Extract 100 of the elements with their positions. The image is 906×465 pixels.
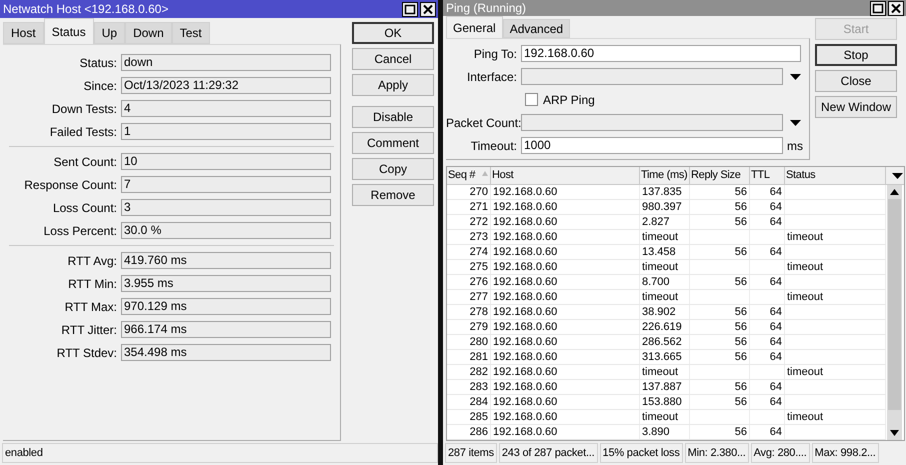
table-cell: 277 (447, 290, 491, 304)
dropdown-arrow-icon[interactable] (790, 120, 801, 126)
readonly-field: down (121, 54, 331, 71)
readonly-field: 3.955 ms (121, 275, 331, 292)
readonly-field: 354.498 ms (121, 344, 331, 361)
table-cell: 56 (690, 320, 750, 334)
table-cell: 283 (447, 380, 491, 394)
tab[interactable]: Test (172, 22, 210, 44)
table-cell: 281 (447, 350, 491, 364)
table-cell: 137.887 (640, 380, 690, 394)
status-bar-cell: 287 items (445, 443, 497, 463)
input-field[interactable]: 1000 (521, 137, 783, 154)
tab[interactable]: Up (94, 22, 126, 44)
table-cell: 192.168.0.60 (491, 380, 640, 394)
column-header[interactable]: Status (785, 167, 886, 184)
table-cell: 192.168.0.60 (491, 410, 640, 424)
tab[interactable]: Advanced (502, 19, 570, 38)
table-cell: 56 (690, 335, 750, 349)
table-cell: 38.902 (640, 305, 690, 319)
tab[interactable]: Status (44, 18, 94, 44)
table-cell: 8.700 (640, 275, 690, 289)
table-cell: 56 (690, 215, 750, 229)
dialog-button[interactable]: Disable (352, 106, 434, 128)
maximize-icon[interactable] (402, 2, 418, 16)
dialog-button[interactable]: Apply (352, 74, 434, 96)
table-cell: 64 (750, 200, 785, 214)
scrollbar[interactable] (887, 185, 902, 440)
table-cell: 286 (447, 425, 491, 439)
column-header[interactable]: Reply Size (690, 167, 750, 184)
status-bar-cell: 243 of 287 packet... (498, 443, 598, 463)
table-cell: timeout (640, 365, 690, 379)
scroll-down-icon[interactable] (890, 430, 899, 436)
readonly-field: 1 (121, 123, 331, 140)
field-label: Ping To: (472, 46, 518, 60)
dialog-button[interactable]: Close (815, 70, 897, 92)
table-cell: 2.827 (640, 215, 690, 229)
table-cell: 279 (447, 320, 491, 334)
table-cell: 56 (690, 380, 750, 394)
table-cell: 313.665 (640, 350, 690, 364)
table-cell: 56 (690, 350, 750, 364)
table-cell: 13.458 (640, 245, 690, 259)
table-cell: 3.890 (640, 425, 690, 439)
scroll-up-icon[interactable] (890, 189, 899, 195)
tab[interactable]: General (446, 16, 503, 38)
readonly-field: Oct/13/2023 11:29:32 (121, 77, 331, 94)
table-cell: 192.168.0.60 (491, 185, 640, 199)
table-cell: 56 (690, 395, 750, 409)
table-cell: 64 (750, 335, 785, 349)
field-label: Failed Tests: (48, 124, 118, 138)
dialog-button[interactable]: Remove (352, 184, 434, 206)
table-cell: 272 (447, 215, 491, 229)
table-cell: 64 (750, 185, 785, 199)
field-label: Loss Percent: (42, 224, 118, 238)
close-icon[interactable] (420, 2, 436, 16)
field-label: Packet Count: (446, 116, 521, 130)
table-cell: timeout (785, 230, 886, 244)
readonly-field: 30.0 % (121, 222, 331, 239)
table-cell: timeout (640, 260, 690, 274)
input-field[interactable]: 192.168.0.60 (521, 45, 801, 62)
field-label: Sent Count: (52, 154, 118, 168)
dialog-button[interactable]: New Window (815, 96, 897, 118)
table-cell: timeout (785, 410, 886, 424)
table-cell: 64 (750, 395, 785, 409)
tab[interactable]: Host (3, 22, 44, 44)
column-header[interactable]: Host (491, 167, 640, 184)
checkbox[interactable] (525, 93, 538, 106)
table-cell: 226.619 (640, 320, 690, 334)
table-cell: 64 (750, 245, 785, 259)
field-label: Loss Count: (52, 200, 118, 214)
readonly-field: 10 (121, 153, 331, 170)
readonly-field: 970.129 ms (121, 298, 331, 315)
dialog-button[interactable]: Cancel (352, 48, 434, 70)
column-header[interactable]: Time (ms) (640, 167, 690, 184)
dialog-button[interactable]: Comment (352, 132, 434, 154)
dropdown-field[interactable] (521, 114, 783, 131)
table-cell: 64 (750, 380, 785, 394)
table-cell: 192.168.0.60 (491, 305, 640, 319)
tab[interactable]: Down (125, 22, 172, 44)
status-bar-cell: 15% packet loss (600, 443, 683, 463)
table-cell: 192.168.0.60 (491, 290, 640, 304)
unit-label: ms (787, 138, 803, 152)
table-cell: 192.168.0.60 (491, 365, 640, 379)
table-cell: 282 (447, 365, 491, 379)
field-label: RTT Stdev: (56, 346, 118, 360)
table-cell: 285 (447, 410, 491, 424)
table-cell: 192.168.0.60 (491, 215, 640, 229)
column-header[interactable]: TTL (750, 167, 785, 184)
dialog-button[interactable]: Copy (352, 158, 434, 180)
dropdown-arrow-icon[interactable] (790, 74, 801, 80)
dialog-button[interactable]: Stop (815, 44, 897, 66)
dialog-button[interactable]: OK (352, 22, 434, 44)
dropdown-field[interactable] (521, 68, 783, 85)
table-cell: 276 (447, 275, 491, 289)
readonly-field: 3 (121, 199, 331, 216)
table-cell: timeout (640, 230, 690, 244)
dropdown-arrow-icon[interactable] (892, 172, 903, 178)
table-cell: 286.562 (640, 335, 690, 349)
table-cell: 153.880 (640, 395, 690, 409)
table-cell: 56 (690, 245, 750, 259)
readonly-field: 4 (121, 100, 331, 117)
